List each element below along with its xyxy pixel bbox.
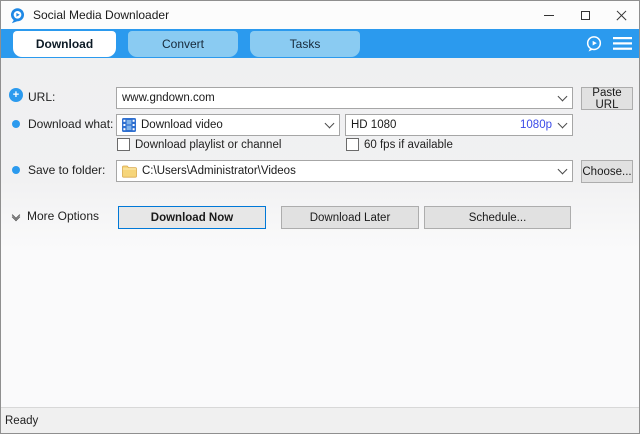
close-button[interactable] [603, 1, 639, 29]
quality-selected-value: HD 1080 [351, 119, 520, 131]
schedule-button[interactable]: Schedule... [424, 206, 571, 229]
format-dropdown[interactable]: Download video [116, 114, 340, 136]
more-options-label: More Options [27, 209, 99, 223]
download-later-button[interactable]: Download Later [281, 206, 419, 229]
fps-checkbox-row: 60 fps if available [346, 138, 453, 151]
double-chevron-down-icon [11, 212, 21, 220]
window-controls [531, 1, 639, 29]
more-options-toggle[interactable]: More Options [11, 209, 99, 223]
chevron-down-icon[interactable] [554, 88, 570, 108]
minimize-icon [544, 15, 554, 16]
download-now-button[interactable]: Download Now [118, 206, 266, 229]
titlebar: Social Media Downloader [1, 1, 639, 29]
hamburger-menu-icon[interactable] [613, 36, 632, 51]
choose-folder-button[interactable]: Choose... [581, 160, 633, 183]
download-panel: + URL: Paste URL Download what: Download… [1, 58, 639, 407]
tab-download[interactable]: Download [13, 31, 116, 57]
minimize-button[interactable] [531, 1, 567, 29]
chevron-down-icon[interactable] [321, 115, 337, 135]
window-title: Social Media Downloader [33, 8, 169, 22]
quality-dropdown[interactable]: HD 1080 1080p [345, 114, 573, 136]
format-selected-value: Download video [141, 119, 321, 131]
close-icon [616, 10, 627, 21]
url-combobox[interactable] [116, 87, 573, 109]
folder-icon [122, 165, 137, 178]
tab-tasks[interactable]: Tasks [250, 31, 360, 57]
playlist-checkbox-label: Download playlist or channel [135, 139, 281, 151]
bullet-dot-icon [12, 120, 20, 128]
save-folder-combobox[interactable] [116, 160, 573, 182]
playlist-checkbox[interactable] [117, 138, 130, 151]
fps-checkbox[interactable] [346, 138, 359, 151]
url-label: URL: [28, 90, 55, 104]
playlist-checkbox-row: Download playlist or channel [117, 138, 281, 151]
maximize-button[interactable] [567, 1, 603, 29]
bullet-dot-icon [12, 166, 20, 174]
film-strip-icon [122, 118, 136, 132]
tabbar-icons [584, 29, 632, 58]
download-what-label: Download what: [28, 117, 113, 131]
app-logo-icon [9, 7, 26, 24]
save-folder-label: Save to folder: [28, 163, 105, 177]
tab-convert[interactable]: Convert [128, 31, 238, 57]
chevron-down-icon[interactable] [554, 161, 570, 181]
tab-bar: Download Convert Tasks [1, 29, 639, 58]
url-input[interactable] [122, 92, 554, 104]
paste-url-button[interactable]: Paste URL [581, 87, 633, 110]
status-bar: Ready [1, 407, 639, 433]
plus-circle-icon: + [9, 88, 23, 102]
save-folder-input[interactable] [142, 165, 554, 177]
feedback-chat-play-icon[interactable] [584, 34, 604, 54]
quality-tag: 1080p [520, 119, 552, 131]
fps-checkbox-label: 60 fps if available [364, 139, 453, 151]
status-text: Ready [5, 415, 38, 427]
maximize-icon [581, 11, 590, 20]
chevron-down-icon[interactable] [554, 115, 570, 135]
app-window: Social Media Downloader Download Convert… [0, 0, 640, 434]
